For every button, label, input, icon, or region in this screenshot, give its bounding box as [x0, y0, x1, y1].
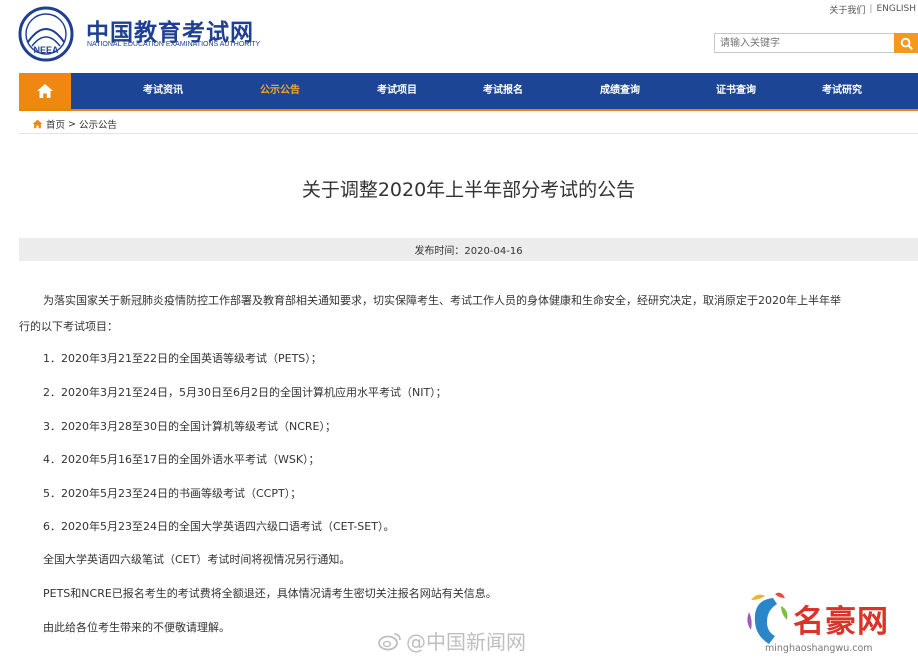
refund-note: PETS和NCRE已报名考生的考试费将全额退还，具体情况请考生密切关注报名网站有…: [43, 587, 497, 600]
article-title: 关于调整2020年上半年部分考试的公告: [301, 179, 636, 201]
weibo-icon: [378, 632, 401, 650]
article-intro-line-1: 为落实国家关于新冠肺炎疫情防控工作部署及教育部相关通知要求，切实保障考生、考试工…: [43, 294, 841, 307]
list-item: 2．2020年3月21至24日，5月30日至6月2日的全国计算机应用水平考试（N…: [43, 386, 447, 399]
publish-date: 发布时间：2020-04-16: [414, 246, 523, 257]
about-us-link[interactable]: 关于我们: [829, 3, 865, 16]
publish-date-bar: 发布时间：2020-04-16: [19, 238, 918, 261]
site-watermark: 名豪网 minghaoshangwu.com: [745, 590, 915, 660]
breadcrumb-current[interactable]: 公示公告: [79, 117, 117, 131]
nav-item-score-query[interactable]: 成绩查询: [600, 73, 640, 109]
nav-item-exam-projects[interactable]: 考试项目: [377, 73, 417, 109]
nav-item-certificate-query[interactable]: 证书查询: [716, 73, 756, 109]
cet-note: 全国大学英语四六级笔试（CET）考试时间将视情况另行通知。: [43, 553, 351, 566]
search-input[interactable]: [714, 33, 894, 53]
top-links: 关于我们 | ENGLISH: [829, 0, 918, 18]
apology-note: 由此给各位考生带来的不便敬请理解。: [43, 621, 230, 634]
list-item: 3．2020年3月28至30日的全国计算机等级考试（NCRE）；: [43, 420, 336, 433]
site-name-english: NATIONAL EDUCATION EXAMINATIONS AUTHORIT…: [87, 41, 261, 48]
list-item: 5．2020年5月23至24日的书画等级考试（CCPT）；: [43, 487, 302, 500]
nav-item-exam-news[interactable]: 考试资讯: [143, 73, 183, 109]
nav-item-exam-registration[interactable]: 考试报名: [483, 73, 523, 109]
breadcrumb-home-icon: [32, 119, 43, 129]
home-icon: [37, 84, 53, 98]
search-button[interactable]: [894, 33, 918, 53]
face-logo-icon: [747, 592, 788, 644]
nav-item-announcements[interactable]: 公示公告: [260, 73, 300, 109]
breadcrumb-divider: [19, 133, 918, 134]
nav-item-exam-research[interactable]: 考试研究: [822, 73, 862, 109]
main-nav: 考试资讯 公示公告 考试项目 考试报名 成绩查询 证书查询 考试研究: [19, 73, 918, 111]
search-box: [714, 33, 918, 53]
site-watermark-name: 名豪网: [793, 604, 889, 640]
site-watermark-url: minghaoshangwu.com: [765, 643, 873, 654]
list-item: 4．2020年5月16至17日的全国外语水平考试（WSK）；: [43, 453, 320, 466]
weibo-watermark: @中国新闻网: [378, 626, 526, 655]
neea-logo-icon[interactable]: NEEA: [18, 6, 74, 62]
logo-text: NEEA: [33, 45, 59, 55]
english-link[interactable]: ENGLISH: [876, 4, 916, 14]
article-intro-line-2: 行的以下考试项目：: [19, 320, 118, 333]
weibo-watermark-text: @中国新闻网: [406, 630, 526, 654]
list-item: 1．2020年3月21至22日的全国英语等级考试（PETS）；: [43, 352, 322, 365]
top-links-separator: |: [869, 4, 873, 14]
list-item: 6．2020年5月23至24日的全国大学英语四六级口语考试（CET-SET）。: [43, 520, 395, 533]
nav-home-button[interactable]: [19, 73, 71, 109]
breadcrumb: 首页 > 公示公告: [32, 117, 117, 131]
search-icon: [900, 37, 913, 50]
breadcrumb-home-link[interactable]: 首页: [46, 117, 65, 131]
breadcrumb-separator: >: [68, 118, 76, 130]
